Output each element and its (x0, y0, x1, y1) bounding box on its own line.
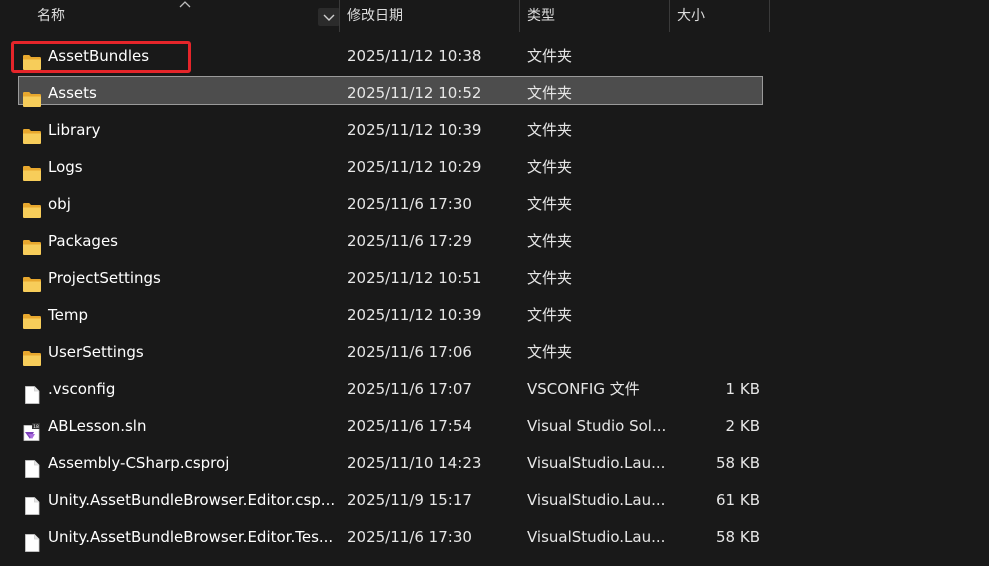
file-type: Visual Studio Sol... (527, 417, 667, 435)
file-row[interactable]: Assembly-CSharp.csproj 2025/11/10 14:23 Vi… (0, 445, 989, 482)
file-type: 文件夹 (527, 343, 573, 361)
file-modified-date: 2025/11/12 10:29 (347, 158, 482, 176)
folder-icon (22, 270, 42, 292)
file-icon (22, 455, 42, 478)
file-type: VisualStudio.Lau... (527, 454, 666, 472)
file-name: Logs (48, 158, 83, 176)
file-row[interactable]: .vsconfig 2025/11/6 17:07 VSCONFIG 文件 1 KB (0, 371, 989, 408)
file-modified-date: 2025/11/6 17:30 (347, 195, 472, 213)
file-size: 58 KB (716, 528, 760, 546)
visual-studio-solution-icon: 18 (22, 418, 42, 441)
file-row[interactable]: 18 ABLesson.sln 2025/11/6 17:54 Visual Stud… (0, 408, 989, 445)
annotation-highlight-box (11, 41, 191, 73)
column-header-name-label: 名称 (37, 8, 65, 24)
file-modified-date: 2025/11/6 17:07 (347, 380, 472, 398)
file-name: obj (48, 195, 71, 213)
file-row[interactable]: Packages 2025/11/6 17:29 文件夹 (0, 223, 989, 260)
file-row[interactable]: Assets 2025/11/12 10:52 文件夹 (0, 75, 989, 112)
file-name: Temp (48, 306, 88, 324)
column-header-name[interactable]: 名称 (0, 0, 318, 32)
file-type: VisualStudio.Lau... (527, 491, 666, 509)
file-row[interactable]: obj 2025/11/6 17:30 文件夹 (0, 186, 989, 223)
column-header-bar: 名称 修改日期 类型 大小 (0, 0, 989, 32)
column-separator[interactable] (769, 0, 770, 32)
file-modified-date: 2025/11/6 17:29 (347, 232, 472, 250)
file-modified-date: 2025/11/12 10:52 (347, 84, 482, 102)
file-type: 文件夹 (527, 47, 573, 65)
file-icon (22, 529, 42, 552)
file-name: ABLesson.sln (48, 417, 147, 435)
column-header-modified[interactable]: 修改日期 (340, 0, 519, 32)
file-icon (22, 381, 42, 404)
file-modified-date: 2025/11/12 10:39 (347, 306, 482, 324)
file-name: Assets (48, 84, 97, 102)
file-name: UserSettings (48, 343, 144, 361)
folder-icon (22, 159, 42, 181)
file-modified-date: 2025/11/10 14:23 (347, 454, 482, 472)
file-type: 文件夹 (527, 306, 573, 324)
file-size: 58 KB (716, 454, 760, 472)
file-name: Library (48, 121, 101, 139)
column-header-type[interactable]: 类型 (520, 0, 669, 32)
file-row[interactable]: Temp 2025/11/12 10:39 文件夹 (0, 297, 989, 334)
file-modified-date: 2025/11/12 10:39 (347, 121, 482, 139)
file-modified-date: 2025/11/6 17:06 (347, 343, 472, 361)
folder-icon (22, 85, 42, 107)
file-type: 文件夹 (527, 232, 573, 250)
file-row[interactable]: ProjectSettings 2025/11/12 10:51 文件夹 (0, 260, 989, 297)
chevron-down-icon[interactable] (318, 8, 340, 26)
svg-text:18: 18 (33, 424, 39, 430)
file-modified-date: 2025/11/6 17:54 (347, 417, 472, 435)
file-type: 文件夹 (527, 195, 573, 213)
folder-icon (22, 196, 42, 218)
file-modified-date: 2025/11/9 15:17 (347, 491, 472, 509)
file-icon (22, 492, 42, 515)
column-header-size-label: 大小 (677, 8, 705, 24)
file-size: 61 KB (716, 491, 760, 509)
file-modified-date: 2025/11/12 10:51 (347, 269, 482, 287)
column-header-type-label: 类型 (527, 8, 555, 24)
sort-ascending-icon (179, 1, 191, 8)
file-name: .vsconfig (48, 380, 116, 398)
file-type: 文件夹 (527, 84, 573, 102)
file-name: ProjectSettings (48, 269, 161, 287)
file-name: Unity.AssetBundleBrowser.Editor.Tes... (48, 528, 334, 546)
file-size: 1 KB (725, 380, 760, 398)
file-type: VSCONFIG 文件 (527, 380, 640, 398)
file-name: Unity.AssetBundleBrowser.Editor.csp... (48, 491, 336, 509)
file-type: VisualStudio.Lau... (527, 528, 666, 546)
column-header-modified-label: 修改日期 (347, 8, 403, 24)
file-modified-date: 2025/11/6 17:30 (347, 528, 472, 546)
file-type: 文件夹 (527, 269, 573, 287)
folder-icon (22, 344, 42, 366)
column-header-size[interactable]: 大小 (670, 0, 769, 32)
file-row[interactable]: UserSettings 2025/11/6 17:06 文件夹 (0, 334, 989, 371)
folder-icon (22, 233, 42, 255)
file-row[interactable]: Unity.AssetBundleBrowser.Editor.csp... 20… (0, 482, 989, 519)
file-modified-date: 2025/11/12 10:38 (347, 47, 482, 65)
file-row[interactable]: Library 2025/11/12 10:39 文件夹 (0, 112, 989, 149)
file-name: Assembly-CSharp.csproj (48, 454, 230, 472)
folder-icon (22, 307, 42, 329)
file-row[interactable]: Logs 2025/11/12 10:29 文件夹 (0, 149, 989, 186)
file-type: 文件夹 (527, 121, 573, 139)
file-name: Packages (48, 232, 118, 250)
file-row[interactable]: Unity.AssetBundleBrowser.Editor.Tes... 20… (0, 519, 989, 556)
folder-icon (22, 122, 42, 144)
file-size: 2 KB (725, 417, 760, 435)
file-type: 文件夹 (527, 158, 573, 176)
